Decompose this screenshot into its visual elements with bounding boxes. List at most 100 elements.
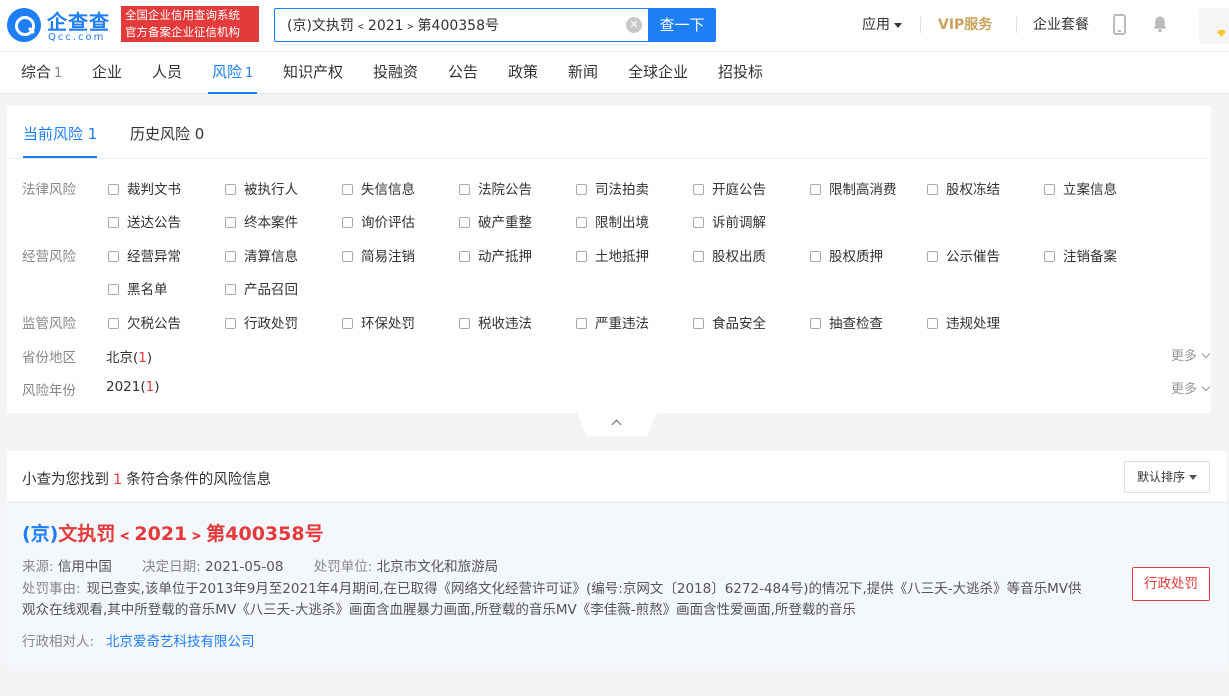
clear-icon[interactable]: ✕ bbox=[626, 17, 642, 33]
checkbox[interactable] bbox=[225, 251, 236, 262]
crown-icon[interactable] bbox=[1199, 8, 1229, 44]
category-policy[interactable]: 政策 bbox=[508, 52, 538, 94]
filter-option[interactable]: 经营异常 bbox=[108, 245, 181, 265]
checkbox[interactable] bbox=[225, 318, 236, 329]
checkbox[interactable] bbox=[1044, 251, 1055, 262]
checkbox[interactable] bbox=[927, 184, 938, 195]
checkbox[interactable] bbox=[108, 217, 119, 228]
filter-option[interactable]: 限制出境 bbox=[576, 211, 649, 231]
category-announcement[interactable]: 公告 bbox=[448, 52, 478, 94]
checkbox[interactable] bbox=[342, 318, 353, 329]
filter-option[interactable]: 股权出质 bbox=[693, 245, 766, 265]
phone-icon[interactable] bbox=[1113, 14, 1126, 35]
filter-option[interactable]: 动产抵押 bbox=[459, 245, 532, 265]
filter-option[interactable]: 食品安全 bbox=[693, 312, 766, 332]
logo[interactable]: 企查查 Qcc.com bbox=[7, 6, 119, 44]
filter-option[interactable]: 询价评估 bbox=[342, 211, 415, 231]
checkbox[interactable] bbox=[225, 184, 236, 195]
province-more-button[interactable]: 更多 bbox=[1171, 345, 1211, 364]
filter-option[interactable]: 开庭公告 bbox=[693, 178, 766, 198]
filter-option[interactable]: 立案信息 bbox=[1044, 178, 1117, 198]
enterprise-package-link[interactable]: 企业套餐 bbox=[1033, 0, 1089, 52]
category-investment[interactable]: 投融资 bbox=[373, 52, 418, 94]
filter-option[interactable]: 简易注销 bbox=[342, 245, 415, 265]
province-option-beijing[interactable]: 北京(1) bbox=[106, 346, 152, 366]
result-title[interactable]: (京)文执罚﹤2021﹥第400358号 bbox=[22, 519, 324, 546]
filter-option[interactable]: 行政处罚 bbox=[225, 312, 298, 332]
filter-option[interactable]: 黑名单 bbox=[108, 278, 168, 298]
filter-option[interactable]: 股权质押 bbox=[810, 245, 883, 265]
checkbox[interactable] bbox=[342, 251, 353, 262]
checkbox[interactable] bbox=[108, 284, 119, 295]
filter-option[interactable]: 抽查检查 bbox=[810, 312, 883, 332]
category-risk[interactable]: 风险 1 bbox=[208, 52, 258, 94]
checkbox[interactable] bbox=[576, 318, 587, 329]
filter-option[interactable]: 司法拍卖 bbox=[576, 178, 649, 198]
checkbox[interactable] bbox=[342, 184, 353, 195]
penalty-type-tag[interactable]: 行政处罚 bbox=[1132, 567, 1210, 601]
checkbox[interactable] bbox=[1044, 184, 1055, 195]
checkbox[interactable] bbox=[342, 217, 353, 228]
category-ip[interactable]: 知识产权 bbox=[283, 52, 343, 94]
checkbox[interactable] bbox=[693, 318, 704, 329]
category-news[interactable]: 新闻 bbox=[568, 52, 598, 94]
checkbox[interactable] bbox=[810, 318, 821, 329]
checkbox[interactable] bbox=[693, 251, 704, 262]
checkbox[interactable] bbox=[459, 217, 470, 228]
checkbox[interactable] bbox=[225, 284, 236, 295]
apps-menu[interactable]: 应用 bbox=[862, 0, 902, 52]
checkbox[interactable] bbox=[927, 318, 938, 329]
filter-option[interactable]: 失信信息 bbox=[342, 178, 415, 198]
collapse-filters-button[interactable] bbox=[577, 412, 657, 436]
filter-option[interactable]: 欠税公告 bbox=[108, 312, 181, 332]
filter-option[interactable]: 诉前调解 bbox=[693, 211, 766, 231]
checkbox[interactable] bbox=[927, 251, 938, 262]
category-bidding[interactable]: 招投标 bbox=[718, 52, 763, 94]
filter-option[interactable]: 限制高消费 bbox=[810, 178, 897, 198]
filter-option[interactable]: 被执行人 bbox=[225, 178, 298, 198]
category-person[interactable]: 人员 bbox=[152, 52, 182, 94]
filter-option[interactable]: 裁判文书 bbox=[108, 178, 181, 198]
tab-current-risk[interactable]: 当前风险 1 bbox=[23, 106, 98, 158]
category-company[interactable]: 企业 bbox=[92, 52, 122, 94]
year-option-2021[interactable]: 2021(1) bbox=[106, 379, 160, 395]
checkbox[interactable] bbox=[810, 184, 821, 195]
filter-option[interactable]: 税收违法 bbox=[459, 312, 532, 332]
checkbox[interactable] bbox=[459, 251, 470, 262]
filter-option[interactable]: 土地抵押 bbox=[576, 245, 649, 265]
category-global[interactable]: 全球企业 bbox=[628, 52, 688, 94]
checkbox[interactable] bbox=[576, 184, 587, 195]
checkbox[interactable] bbox=[225, 217, 236, 228]
filter-option[interactable]: 终本案件 bbox=[225, 211, 298, 231]
checkbox[interactable] bbox=[693, 217, 704, 228]
filter-option[interactable]: 股权冻结 bbox=[927, 178, 1000, 198]
checkbox[interactable] bbox=[576, 217, 587, 228]
party-link[interactable]: 北京爱奇艺科技有限公司 bbox=[106, 634, 255, 650]
checkbox[interactable] bbox=[459, 184, 470, 195]
checkbox[interactable] bbox=[693, 184, 704, 195]
filter-option[interactable]: 法院公告 bbox=[459, 178, 532, 198]
filter-option[interactable]: 违规处理 bbox=[927, 312, 1000, 332]
checkbox[interactable] bbox=[576, 251, 587, 262]
filter-option[interactable]: 注销备案 bbox=[1044, 245, 1117, 265]
sort-dropdown[interactable]: 默认排序 bbox=[1124, 461, 1210, 493]
filter-option[interactable]: 严重违法 bbox=[576, 312, 649, 332]
checkbox[interactable] bbox=[459, 318, 470, 329]
tab-history-risk[interactable]: 历史风险 0 bbox=[130, 106, 204, 158]
vip-service-link[interactable]: VIP服务 bbox=[938, 0, 992, 52]
filter-option[interactable]: 破产重整 bbox=[459, 211, 532, 231]
filter-option[interactable]: 产品召回 bbox=[225, 278, 298, 298]
filter-option[interactable]: 环保处罚 bbox=[342, 312, 415, 332]
checkbox[interactable] bbox=[810, 251, 821, 262]
filter-option[interactable]: 送达公告 bbox=[108, 211, 181, 231]
checkbox[interactable] bbox=[108, 251, 119, 262]
search-input[interactable] bbox=[275, 9, 605, 41]
filter-option[interactable]: 公示催告 bbox=[927, 245, 1000, 265]
category-comprehensive[interactable]: 综合 1 bbox=[21, 52, 62, 94]
filter-option[interactable]: 清算信息 bbox=[225, 245, 298, 265]
search-button[interactable]: 查一下 bbox=[648, 8, 716, 42]
checkbox[interactable] bbox=[108, 184, 119, 195]
checkbox[interactable] bbox=[108, 318, 119, 329]
year-more-button[interactable]: 更多 bbox=[1171, 378, 1211, 397]
bell-icon[interactable] bbox=[1151, 15, 1169, 33]
